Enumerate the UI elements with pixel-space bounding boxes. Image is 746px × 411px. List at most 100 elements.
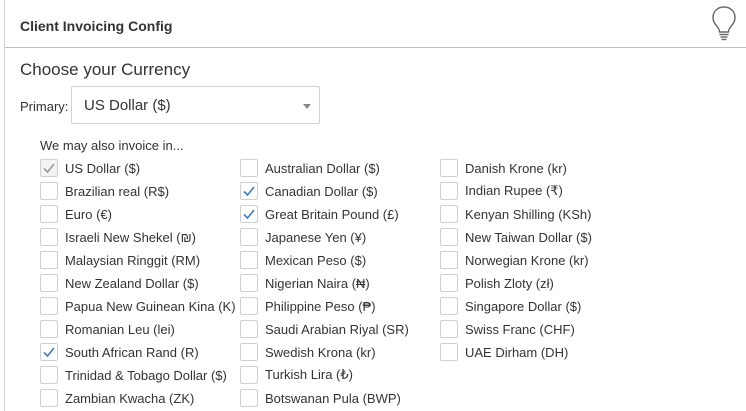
currency-checkbox[interactable] [240, 389, 258, 407]
currency-option[interactable]: Brazilian real (R$) [40, 180, 169, 202]
currency-option-label: Israeli New Shekel (₪) [65, 229, 196, 245]
currency-checkbox[interactable] [440, 343, 458, 361]
currency-option[interactable]: New Taiwan Dollar ($) [440, 226, 592, 248]
currency-option[interactable]: Nigerian Naira (₦) [240, 272, 370, 294]
primary-currency-label: Primary: [20, 99, 69, 114]
currency-option-label: Zambian Kwacha (ZK) [65, 390, 195, 406]
currency-option-label: UAE Dirham (DH) [465, 344, 569, 360]
currency-option-label: Trinidad & Tobago Dollar ($) [65, 367, 227, 383]
currency-option-label: Norwegian Krone (kr) [465, 252, 589, 268]
currency-option[interactable]: New Zealand Dollar ($) [40, 272, 199, 294]
currency-option-label: Swiss Franc (CHF) [465, 321, 575, 337]
currency-option-label: Canadian Dollar ($) [265, 183, 378, 199]
caret-down-icon [303, 104, 311, 109]
currency-option[interactable]: Israeli New Shekel (₪) [40, 226, 196, 248]
currency-option[interactable]: Kenyan Shilling (KSh) [440, 203, 591, 225]
currency-option[interactable]: Danish Krone (kr) [440, 157, 567, 179]
currency-option[interactable]: Polish Zloty (zł) [440, 272, 554, 294]
panel-header: Client Invoicing Config [5, 0, 746, 48]
currency-checkbox[interactable] [40, 297, 58, 315]
currency-option-label: Polish Zloty (zł) [465, 275, 554, 291]
currency-option-label: Philippine Peso (₱) [265, 298, 376, 314]
currency-option[interactable]: Japanese Yen (¥) [240, 226, 366, 248]
currency-option[interactable]: Singapore Dollar ($) [440, 295, 581, 317]
currency-option-label: Euro (€) [65, 206, 112, 222]
currency-option-label: Botswanan Pula (BWP) [265, 390, 401, 406]
currency-option-label: Japanese Yen (¥) [265, 229, 367, 245]
currency-option[interactable]: Swiss Franc (CHF) [440, 318, 575, 340]
currency-option: US Dollar ($) [40, 157, 140, 179]
currency-option[interactable]: Papua New Guinean Kina (K) [40, 295, 236, 317]
currency-checkbox[interactable] [40, 205, 58, 223]
currency-checkbox[interactable] [40, 182, 58, 200]
primary-currency-value: US Dollar ($) [84, 97, 171, 114]
currency-checkbox[interactable] [240, 274, 258, 292]
primary-currency-select[interactable]: US Dollar ($) [71, 86, 320, 124]
currency-checkbox[interactable] [440, 205, 458, 223]
currency-section-title: Choose your Currency [20, 60, 191, 79]
currency-option-label: Swedish Krona (kr) [265, 344, 376, 360]
currency-checkbox[interactable] [240, 228, 258, 246]
currency-option-label: Turkish Lira (₺) [265, 367, 353, 382]
currency-option-label: Australian Dollar ($) [265, 160, 380, 176]
currency-option[interactable]: Botswanan Pula (BWP) [240, 387, 401, 409]
currency-option[interactable]: South African Rand (R) [40, 341, 199, 363]
currency-option[interactable]: Philippine Peso (₱) [240, 295, 376, 317]
currency-option[interactable]: Norwegian Krone (kr) [440, 249, 589, 271]
currency-option-label: US Dollar ($) [65, 160, 141, 176]
currency-option[interactable]: UAE Dirham (DH) [440, 341, 568, 363]
currency-option-label: New Zealand Dollar ($) [65, 275, 199, 291]
currency-option-label: Romanian Leu (lei) [65, 321, 175, 337]
currency-option-label: Brazilian real (R$) [65, 183, 170, 199]
currency-option-label: Danish Krone (kr) [465, 160, 567, 176]
currency-checkbox[interactable] [240, 297, 258, 315]
currency-option-label: Saudi Arabian Riyal (SR) [265, 321, 409, 337]
currency-checkbox[interactable] [440, 274, 458, 292]
currency-option-label: Indian Rupee (₹) [465, 183, 563, 198]
currency-option[interactable]: Trinidad & Tobago Dollar ($) [40, 364, 227, 386]
currency-checkbox[interactable] [40, 274, 58, 292]
checkmark-icon [243, 186, 255, 197]
currency-option[interactable]: Australian Dollar ($) [240, 157, 380, 179]
currency-option[interactable]: Indian Rupee (₹) [440, 180, 563, 202]
currency-option-label: Mexican Peso ($) [265, 252, 367, 268]
currency-option-label: Papua New Guinean Kina (K) [65, 298, 236, 314]
currency-checkbox[interactable] [240, 320, 258, 338]
currency-option-label: Great Britain Pound (£) [265, 206, 399, 222]
currency-checkbox[interactable] [240, 366, 258, 384]
currency-checkbox[interactable] [40, 389, 58, 407]
currency-option[interactable]: Malaysian Ringgit (RM) [40, 249, 200, 271]
currency-option-label: Singapore Dollar ($) [465, 298, 582, 314]
currency-option[interactable]: Zambian Kwacha (ZK) [40, 387, 194, 409]
currency-checkbox[interactable] [240, 159, 258, 177]
currency-checkbox[interactable] [440, 320, 458, 338]
currency-checkbox[interactable] [40, 251, 58, 269]
currency-option[interactable]: Saudi Arabian Riyal (SR) [240, 318, 409, 340]
currency-option[interactable]: Euro (€) [40, 203, 112, 225]
currency-checkbox[interactable] [240, 343, 258, 361]
currency-option[interactable]: Canadian Dollar ($) [240, 180, 378, 202]
currency-option[interactable]: Swedish Krona (kr) [240, 341, 376, 363]
currency-checkbox[interactable] [40, 366, 58, 384]
currency-option-label: Kenyan Shilling (KSh) [465, 206, 592, 222]
currency-option[interactable]: Mexican Peso ($) [240, 249, 366, 271]
currency-checkbox[interactable] [240, 182, 258, 200]
lightbulb-icon[interactable] [709, 4, 739, 42]
currency-checkbox[interactable] [240, 251, 258, 269]
currency-option-label: Nigerian Naira (₦) [265, 275, 370, 291]
currency-checkbox[interactable] [440, 228, 458, 246]
currency-checkbox[interactable] [40, 343, 58, 361]
currency-checkbox[interactable] [40, 320, 58, 338]
currency-checkbox[interactable] [440, 182, 458, 200]
additional-currencies-label: We may also invoice in... [40, 138, 184, 153]
currency-checkbox[interactable] [440, 251, 458, 269]
currency-option[interactable]: Romanian Leu (lei) [40, 318, 175, 340]
currency-option[interactable]: Turkish Lira (₺) [240, 364, 353, 386]
currency-option[interactable]: Great Britain Pound (£) [240, 203, 399, 225]
currency-checkbox[interactable] [40, 228, 58, 246]
currency-checkbox[interactable] [440, 297, 458, 315]
panel-title: Client Invoicing Config [20, 18, 173, 34]
currency-option-label: Malaysian Ringgit (RM) [65, 252, 201, 268]
currency-checkbox[interactable] [240, 205, 258, 223]
currency-checkbox[interactable] [440, 159, 458, 177]
